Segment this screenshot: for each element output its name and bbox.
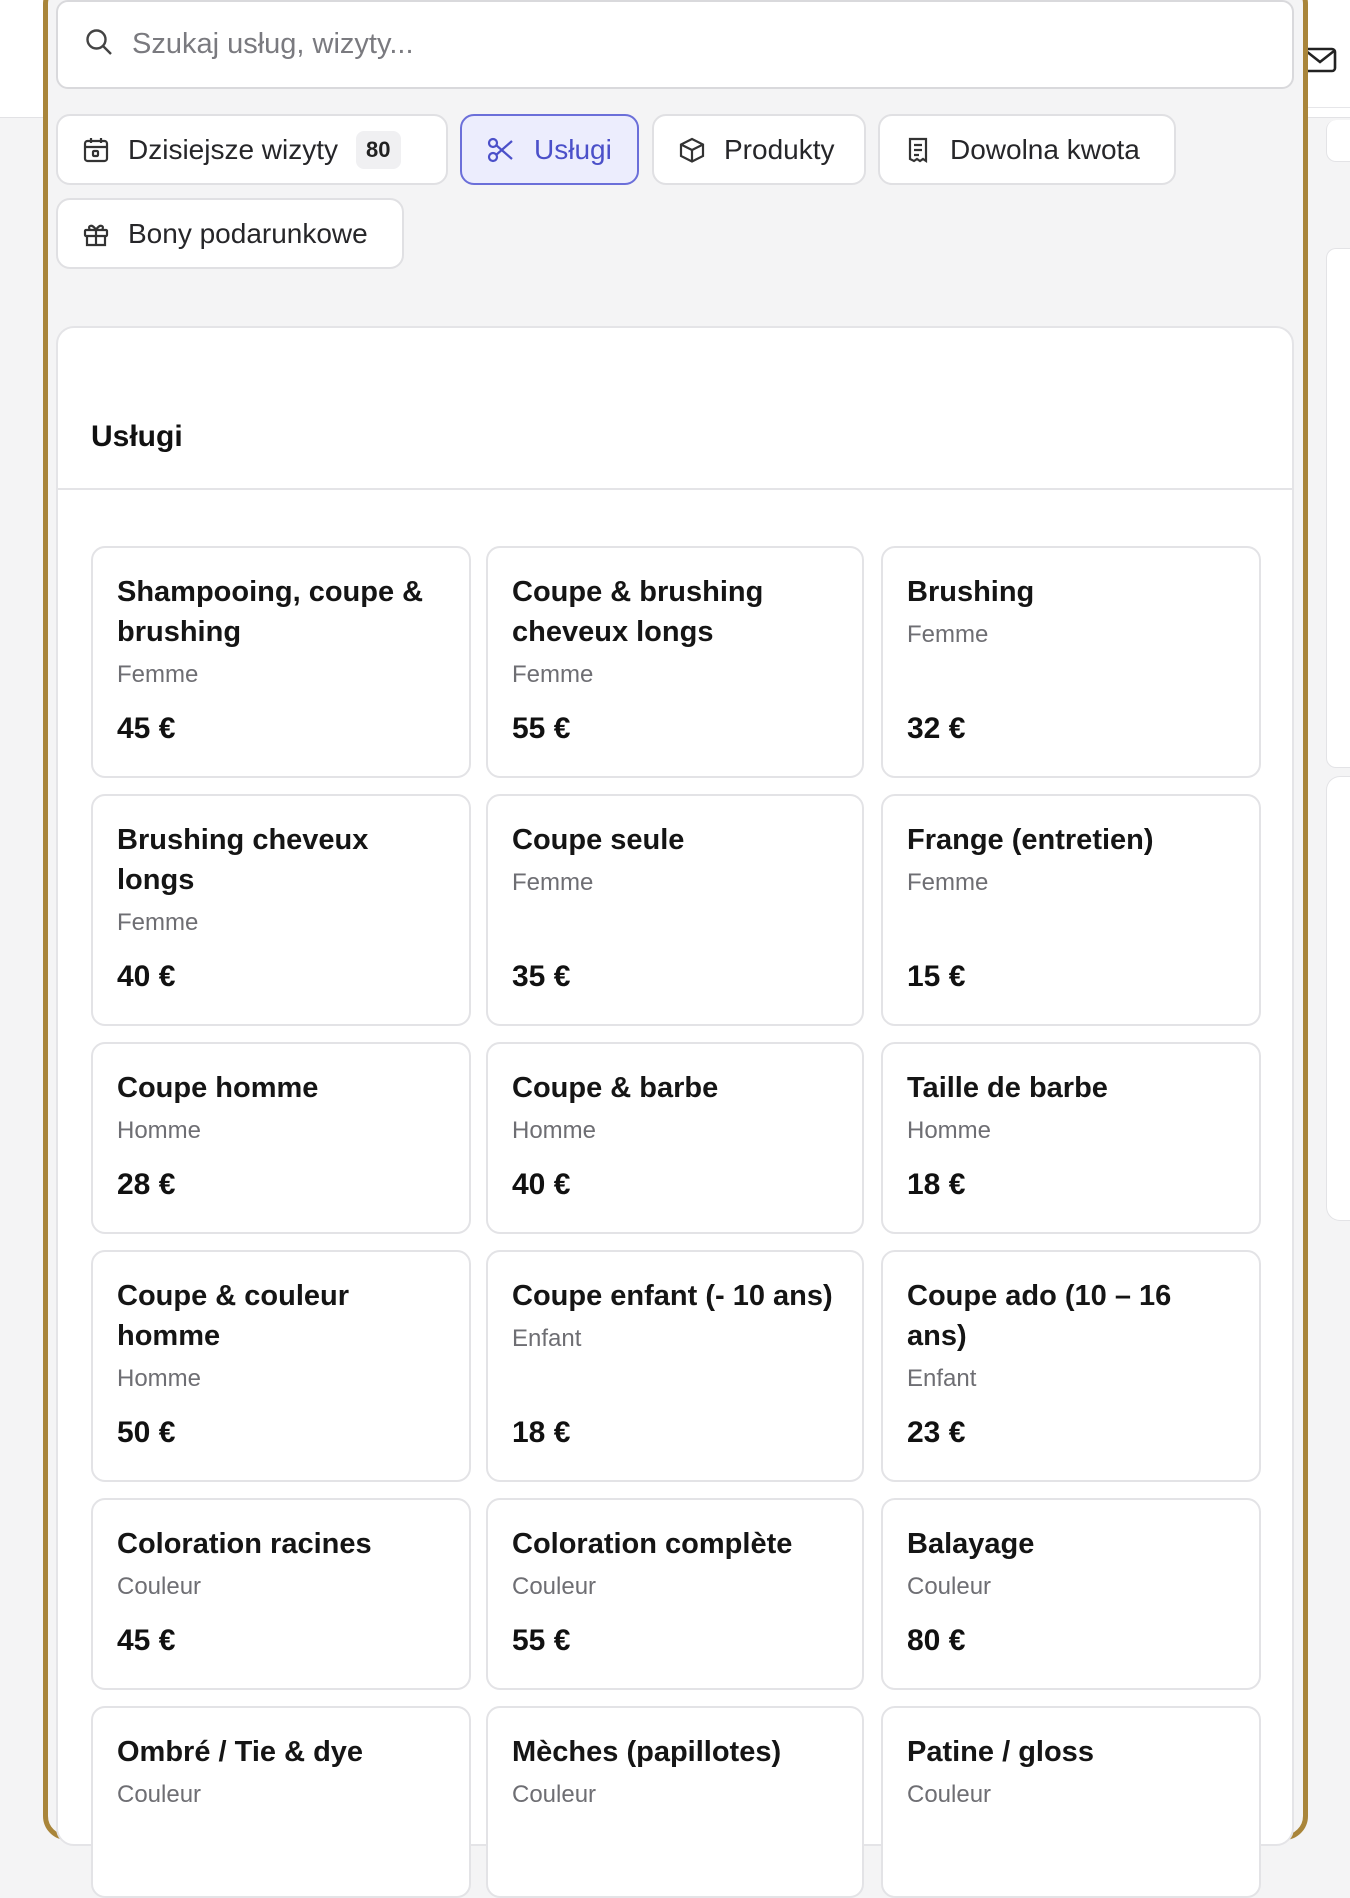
panel-title: Usługi bbox=[91, 420, 183, 453]
service-name: Coupe & couleur homme bbox=[117, 1280, 350, 1352]
search-icon bbox=[84, 27, 114, 62]
service-card[interactable]: Coupe seule Femme 35 € bbox=[486, 794, 864, 1026]
service-name: Coloration racines bbox=[117, 1528, 372, 1560]
service-card[interactable]: Coloration complète Couleur 55 € bbox=[486, 1498, 864, 1690]
tab-custom-amount[interactable]: Dowolna kwota bbox=[878, 114, 1176, 185]
scissors-icon bbox=[486, 135, 516, 165]
divider bbox=[58, 488, 1292, 490]
services-panel: Usługi Shampooing, coupe & brushing Femme… bbox=[56, 326, 1294, 1898]
service-name: Shampooing, coupe & brushing bbox=[117, 576, 424, 648]
service-price: 40 € bbox=[512, 1168, 571, 1201]
service-price: 40 € bbox=[117, 960, 176, 993]
service-category: Couleur bbox=[512, 1781, 597, 1808]
service-category: Couleur bbox=[512, 1573, 597, 1600]
service-price: 23 € bbox=[907, 1416, 966, 1449]
service-category: Homme bbox=[512, 1117, 597, 1144]
service-category: Homme bbox=[117, 1117, 202, 1144]
service-card[interactable]: Coupe & couleur homme Homme 50 € bbox=[91, 1250, 471, 1482]
service-category: Femme bbox=[512, 869, 594, 896]
service-name: Coupe & barbe bbox=[512, 1072, 719, 1104]
service-name: Brushing bbox=[907, 576, 1035, 608]
tab-services[interactable]: Usługi bbox=[460, 114, 639, 185]
service-price: 45 € bbox=[117, 712, 176, 745]
service-card[interactable]: Brushing Femme 32 € bbox=[881, 546, 1261, 778]
service-card[interactable]: Coupe ado (10 – 16 ans) Enfant 23 € bbox=[881, 1250, 1261, 1482]
background-edge bbox=[1326, 248, 1350, 768]
service-name: Mèches (papillotes) bbox=[512, 1736, 782, 1768]
service-price: 55 € bbox=[512, 1624, 571, 1657]
service-card[interactable]: Brushing cheveux longs Femme 40 € bbox=[91, 794, 471, 1026]
service-price: 15 € bbox=[907, 960, 966, 993]
service-card[interactable]: Taille de barbe Homme 18 € bbox=[881, 1042, 1261, 1234]
count-badge: 80 bbox=[356, 130, 401, 169]
service-category: Homme bbox=[907, 1117, 992, 1144]
service-name: Patine / gloss bbox=[907, 1736, 1094, 1768]
service-card[interactable]: Coupe homme Homme 28 € bbox=[91, 1042, 471, 1234]
gift-icon bbox=[82, 220, 110, 248]
service-category: Couleur bbox=[907, 1781, 992, 1808]
service-name: Coupe seule bbox=[512, 824, 685, 856]
service-name: Coupe & brushing cheveux longs bbox=[512, 576, 764, 648]
service-card[interactable]: Balayage Couleur 80 € bbox=[881, 1498, 1261, 1690]
service-name: Coupe enfant (- 10 ans) bbox=[512, 1280, 833, 1312]
tab-label: Usługi bbox=[534, 133, 612, 165]
service-price: 80 € bbox=[907, 1624, 966, 1657]
service-card[interactable]: Ombré / Tie & dye Couleur bbox=[91, 1706, 471, 1898]
service-price: 18 € bbox=[512, 1416, 571, 1449]
service-card[interactable]: Coloration racines Couleur 45 € bbox=[91, 1498, 471, 1690]
service-name: Taille de barbe bbox=[907, 1072, 1108, 1104]
service-card[interactable]: Frange (entretien) Femme 15 € bbox=[881, 794, 1261, 1026]
service-card[interactable]: Coupe & brushing cheveux longs Femme 55 € bbox=[486, 546, 864, 778]
service-name: Frange (entretien) bbox=[907, 824, 1154, 856]
service-name: Balayage bbox=[907, 1528, 1035, 1560]
service-category: Homme bbox=[117, 1365, 202, 1392]
service-price: 18 € bbox=[907, 1168, 966, 1201]
service-name: Ombré / Tie & dye bbox=[117, 1736, 364, 1768]
service-price: 50 € bbox=[117, 1416, 176, 1449]
tab-label: Dzisiejsze wizyty bbox=[128, 133, 339, 165]
service-name: Coupe ado (10 – 16 ans) bbox=[907, 1280, 1172, 1352]
service-category: Enfant bbox=[907, 1365, 977, 1392]
background-edge bbox=[1326, 776, 1350, 1221]
search-box[interactable] bbox=[56, 0, 1294, 89]
tab-label: Produkty bbox=[724, 133, 835, 165]
service-card[interactable]: Shampooing, coupe & brushing Femme 45 € bbox=[91, 546, 471, 778]
service-category: Couleur bbox=[117, 1573, 202, 1600]
service-card[interactable]: Coupe enfant (- 10 ans) Enfant 18 € bbox=[486, 1250, 864, 1482]
search-input[interactable] bbox=[132, 28, 1232, 61]
service-name: Brushing cheveux longs bbox=[117, 824, 369, 896]
background-edge bbox=[1326, 120, 1350, 162]
service-price: 28 € bbox=[117, 1168, 176, 1201]
tab-label: Bony podarunkowe bbox=[128, 217, 368, 249]
service-price: 45 € bbox=[117, 1624, 176, 1657]
tab-gift-vouchers[interactable]: Bony podarunkowe bbox=[56, 198, 404, 269]
box-icon bbox=[678, 136, 706, 164]
service-category: Enfant bbox=[512, 1325, 582, 1352]
service-category: Femme bbox=[117, 661, 199, 688]
service-price: 35 € bbox=[512, 960, 571, 993]
service-category: Femme bbox=[117, 909, 199, 936]
tab-products[interactable]: Produkty bbox=[652, 114, 866, 185]
tab-todays-appointments[interactable]: Dzisiejsze wizyty 80 bbox=[56, 114, 448, 185]
calendar-icon bbox=[82, 136, 110, 164]
service-category: Femme bbox=[907, 621, 989, 648]
service-category: Couleur bbox=[117, 1781, 202, 1808]
service-name: Coloration complète bbox=[512, 1528, 793, 1560]
service-card[interactable]: Patine / gloss Couleur bbox=[881, 1706, 1261, 1898]
service-category: Femme bbox=[512, 661, 594, 688]
service-card[interactable]: Mèches (papillotes) Couleur bbox=[486, 1706, 864, 1898]
service-category: Femme bbox=[907, 869, 989, 896]
service-name: Coupe homme bbox=[117, 1072, 319, 1104]
service-card[interactable]: Coupe & barbe Homme 40 € bbox=[486, 1042, 864, 1234]
tab-label: Dowolna kwota bbox=[950, 133, 1140, 165]
service-category: Couleur bbox=[907, 1573, 992, 1600]
receipt-icon bbox=[904, 136, 932, 164]
service-price: 32 € bbox=[907, 712, 966, 745]
service-price: 55 € bbox=[512, 712, 571, 745]
